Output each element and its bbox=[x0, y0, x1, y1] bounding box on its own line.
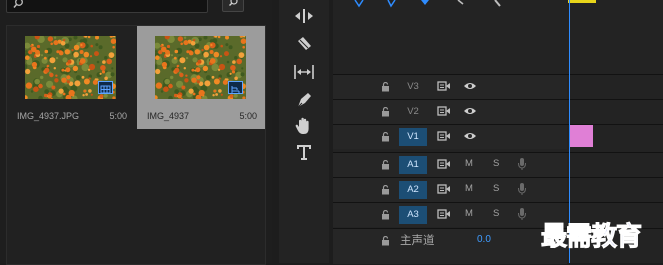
type-tool[interactable] bbox=[293, 142, 315, 162]
track-target[interactable]: V3 bbox=[399, 78, 427, 96]
track-header: A3 M S bbox=[333, 203, 567, 227]
sync-lock-icon[interactable] bbox=[437, 183, 451, 195]
sync-lock-icon[interactable] bbox=[437, 130, 451, 142]
track-header: A1 M S bbox=[333, 153, 567, 177]
project-item-sequence[interactable]: IMG_4937 5:00 bbox=[137, 26, 265, 129]
clip-name: IMG_4937 bbox=[147, 111, 190, 121]
track-target[interactable]: A1 bbox=[399, 156, 427, 174]
solo-button[interactable]: S bbox=[493, 158, 499, 169]
ripple-edit-icon bbox=[295, 9, 313, 23]
video-track-v3: V3 bbox=[333, 74, 663, 99]
razor-icon bbox=[298, 37, 311, 50]
clip-name: IMG_4937.JPG bbox=[17, 111, 80, 121]
microphone-icon[interactable] bbox=[517, 207, 527, 221]
sync-lock-icon[interactable] bbox=[437, 105, 451, 117]
tools-panel bbox=[279, 0, 329, 263]
video-track-v1: V1 bbox=[333, 124, 663, 149]
work-area-bar[interactable] bbox=[568, 0, 596, 3]
lock-icon[interactable] bbox=[381, 210, 390, 220]
search-input[interactable] bbox=[6, 0, 208, 13]
lock-icon[interactable] bbox=[381, 160, 390, 170]
track-header: A2 M S bbox=[333, 178, 567, 202]
slip-icon bbox=[294, 65, 314, 79]
solo-button[interactable]: S bbox=[493, 208, 499, 219]
lock-icon[interactable] bbox=[381, 236, 390, 246]
track-target[interactable]: V1 bbox=[399, 128, 427, 146]
sync-lock-icon[interactable] bbox=[437, 208, 451, 220]
slip-tool[interactable] bbox=[293, 62, 315, 82]
sequence-icon bbox=[228, 81, 243, 94]
audio-track-a2: A2 M S bbox=[333, 177, 663, 202]
hand-icon bbox=[295, 117, 309, 134]
microphone-icon[interactable] bbox=[517, 182, 527, 196]
project-bin: IMG_4937.JPG 5:00 IMG_4937 5:00 bbox=[6, 25, 266, 265]
lock-icon[interactable] bbox=[381, 82, 390, 92]
mute-button[interactable]: M bbox=[465, 158, 473, 169]
timeline-clip-v1[interactable] bbox=[570, 125, 593, 147]
track-header: V3 bbox=[333, 75, 567, 99]
clip-duration: 5:00 bbox=[239, 111, 257, 121]
eye-icon[interactable] bbox=[463, 80, 477, 92]
search-icon bbox=[13, 0, 23, 8]
watermark: 最需教育 bbox=[540, 222, 642, 253]
ripple-edit-tool[interactable] bbox=[293, 6, 315, 26]
track-target[interactable]: A2 bbox=[399, 181, 427, 199]
clip-duration: 5:00 bbox=[109, 111, 127, 121]
track-target[interactable]: V2 bbox=[399, 103, 427, 121]
pen-tool[interactable] bbox=[293, 90, 315, 110]
razor-tool[interactable] bbox=[293, 34, 315, 54]
video-track-v2: V2 bbox=[333, 99, 663, 124]
type-icon bbox=[297, 145, 311, 160]
lock-icon[interactable] bbox=[381, 132, 390, 142]
lock-icon[interactable] bbox=[381, 107, 390, 117]
track-target[interactable]: A3 bbox=[399, 206, 427, 224]
pen-icon bbox=[296, 93, 311, 109]
microphone-icon[interactable] bbox=[517, 157, 527, 171]
find-button[interactable] bbox=[222, 0, 244, 12]
project-panel: IMG_4937.JPG 5:00 IMG_4937 5:00 bbox=[0, 0, 272, 265]
project-item-still[interactable]: IMG_4937.JPG 5:00 bbox=[7, 26, 135, 129]
hand-tool[interactable] bbox=[293, 116, 315, 136]
sync-lock-icon[interactable] bbox=[437, 158, 451, 170]
timeline-ruler[interactable] bbox=[333, 0, 663, 14]
eye-icon[interactable] bbox=[463, 105, 477, 117]
master-track-label: 主声道 bbox=[400, 235, 435, 247]
master-volume-value[interactable]: 0.0 bbox=[477, 234, 491, 245]
mute-button[interactable]: M bbox=[465, 208, 473, 219]
eye-icon[interactable] bbox=[463, 130, 477, 142]
audio-track-a1: A1 M S bbox=[333, 152, 663, 177]
track-header: V2 bbox=[333, 100, 567, 124]
find-icon bbox=[229, 0, 238, 6]
mute-button[interactable]: M bbox=[465, 183, 473, 194]
still-image-icon bbox=[98, 81, 113, 94]
lock-icon[interactable] bbox=[381, 185, 390, 195]
sync-lock-icon[interactable] bbox=[437, 80, 451, 92]
master-track-header bbox=[333, 229, 567, 264]
solo-button[interactable]: S bbox=[493, 183, 499, 194]
track-header: V1 bbox=[333, 125, 567, 149]
